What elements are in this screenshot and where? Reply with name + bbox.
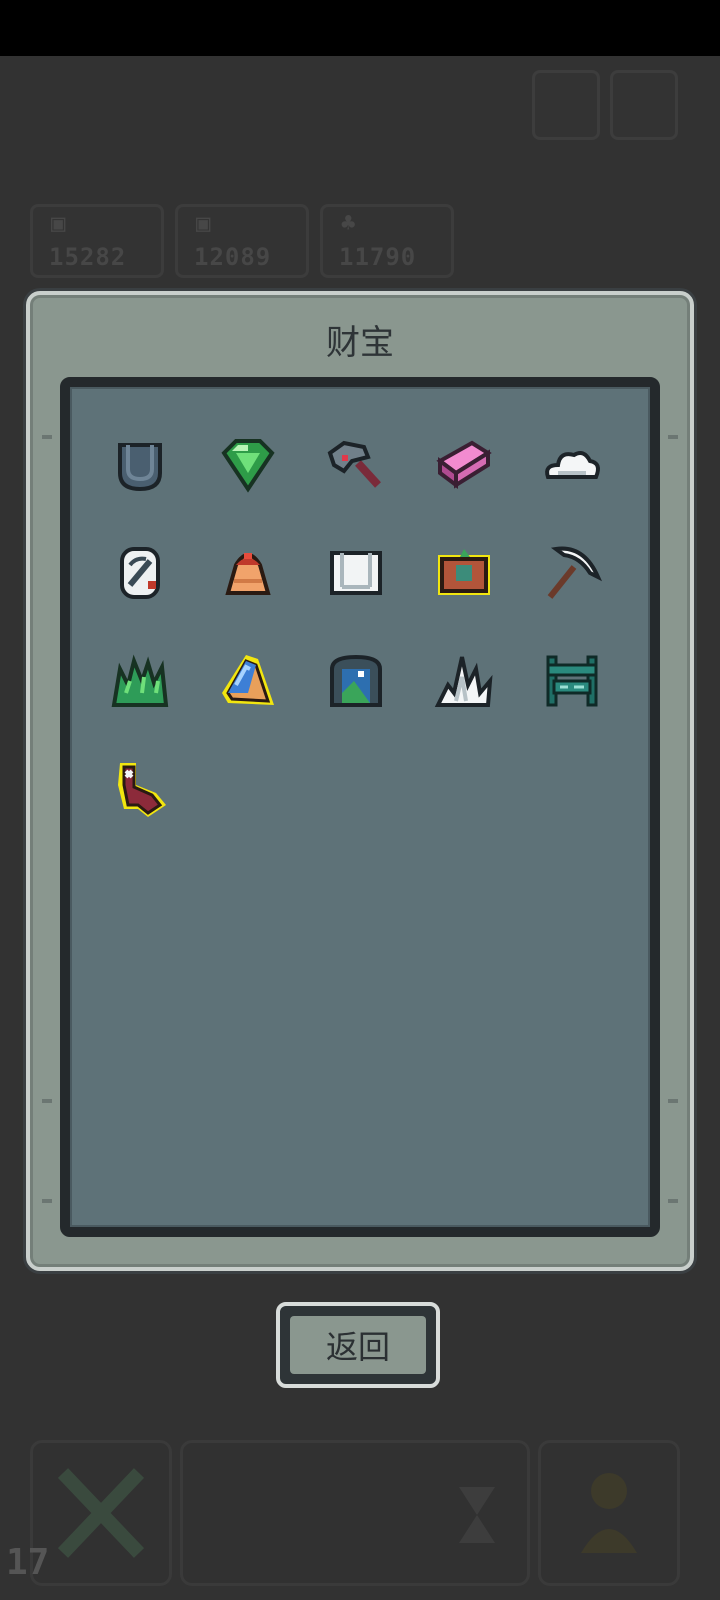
treasure-slot[interactable] [92, 741, 188, 837]
treasure-slot[interactable] [92, 417, 188, 513]
rivet [668, 435, 678, 439]
treasure-slot[interactable] [416, 525, 512, 621]
bell-icon [225, 553, 271, 595]
pocket-icon [118, 443, 162, 492]
blue-crystal-icon [222, 655, 274, 705]
scroll-icon [330, 551, 382, 595]
treasure-slot[interactable] [200, 525, 296, 621]
rivet [42, 435, 52, 439]
red-boot-icon [118, 763, 166, 817]
resource-gold-1: ▣ 15282 [30, 204, 164, 278]
action-card-center [180, 1440, 530, 1586]
food-icon: ♣ [341, 209, 356, 237]
hammer-icon [327, 440, 381, 488]
resource-value: 11790 [339, 243, 417, 271]
menu-button-bg [532, 70, 600, 140]
rivet [42, 1099, 52, 1103]
back-button-label: 返回 [290, 1316, 426, 1374]
resource-value: 15282 [49, 243, 127, 271]
settings-button-bg [610, 70, 678, 140]
back-button[interactable]: 返回 [276, 1302, 440, 1388]
treasure-slot[interactable] [92, 525, 188, 621]
cloud-icon [545, 451, 600, 479]
bench-icon [546, 655, 598, 707]
status-bar [0, 0, 720, 56]
framed-map-icon [438, 549, 490, 595]
pink-book-icon [436, 440, 492, 489]
treasure-slot[interactable] [308, 633, 404, 729]
emerald-gem-icon [221, 439, 275, 493]
rivet [668, 1199, 678, 1203]
rivet [42, 1199, 52, 1203]
treasure-slot[interactable] [524, 525, 620, 621]
rivet [668, 1099, 678, 1103]
resource-value: 12089 [194, 243, 272, 271]
treasure-slot[interactable] [308, 417, 404, 513]
treasure-slot[interactable] [524, 417, 620, 513]
treasure-slot[interactable] [200, 417, 296, 513]
level-indicator: 17 [6, 1542, 50, 1583]
hourglass-icon [459, 1487, 495, 1543]
treasure-slot[interactable] [524, 633, 620, 729]
action-card-left [30, 1440, 172, 1586]
grass-icon [111, 654, 169, 707]
resource-food: ♣ 11790 [320, 204, 454, 278]
treasure-slot[interactable] [416, 417, 512, 513]
pickaxe-icon [547, 546, 603, 599]
resource-gold-2: ▣ 12089 [175, 204, 309, 278]
person-icon [581, 1473, 637, 1553]
treasure-slot[interactable] [92, 633, 188, 729]
white-flame-icon [434, 656, 493, 707]
treasure-slot[interactable] [200, 633, 296, 729]
dialog-title: 财宝 [326, 323, 394, 363]
action-card-right [538, 1440, 680, 1586]
portal-gate-icon [330, 654, 382, 707]
rune-stone-icon [120, 547, 160, 599]
treasure-slot[interactable] [416, 633, 512, 729]
gold-icon: ▣ [196, 209, 211, 237]
gold-icon: ▣ [51, 209, 66, 237]
treasure-panel [60, 377, 660, 1237]
treasure-slot[interactable] [308, 525, 404, 621]
cross-icon [57, 1468, 145, 1558]
treasure-dialog: 财宝 [26, 291, 694, 1271]
